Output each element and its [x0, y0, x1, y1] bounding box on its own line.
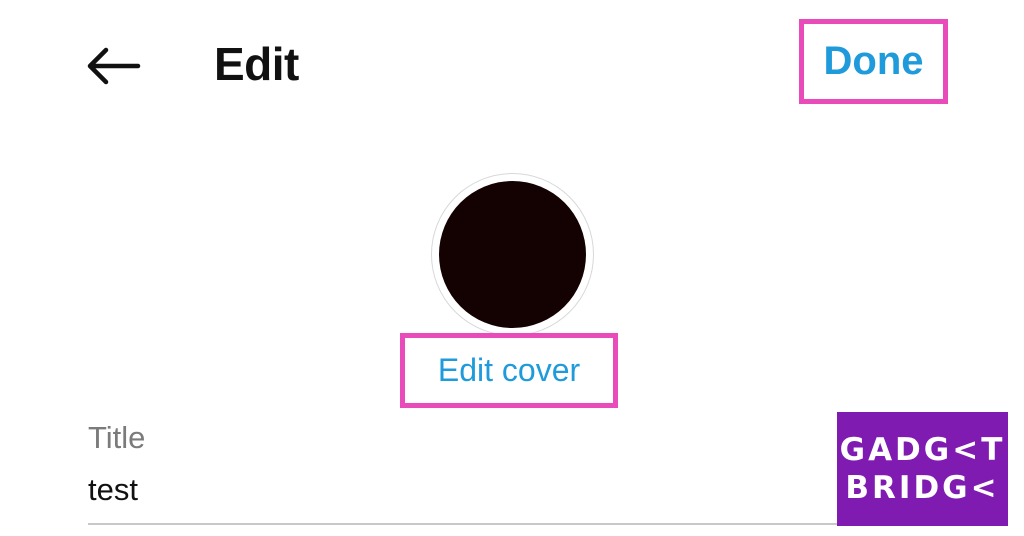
done-button[interactable]: Done — [799, 19, 948, 104]
cover-image-frame[interactable] — [431, 173, 594, 336]
watermark-line-1: GADG<T — [839, 432, 1006, 468]
cover-image — [439, 181, 586, 328]
page-title: Edit — [214, 38, 299, 90]
watermark-logo: GADG<T BRIDG< — [837, 412, 1008, 526]
arrow-left-icon — [87, 47, 141, 85]
title-field-underline — [88, 523, 848, 525]
title-field[interactable] — [88, 470, 848, 510]
back-button[interactable] — [84, 44, 142, 88]
title-field-label: Title — [88, 420, 146, 455]
edit-cover-button[interactable]: Edit cover — [400, 333, 618, 408]
watermark-line-2: BRIDG< — [845, 470, 1000, 506]
